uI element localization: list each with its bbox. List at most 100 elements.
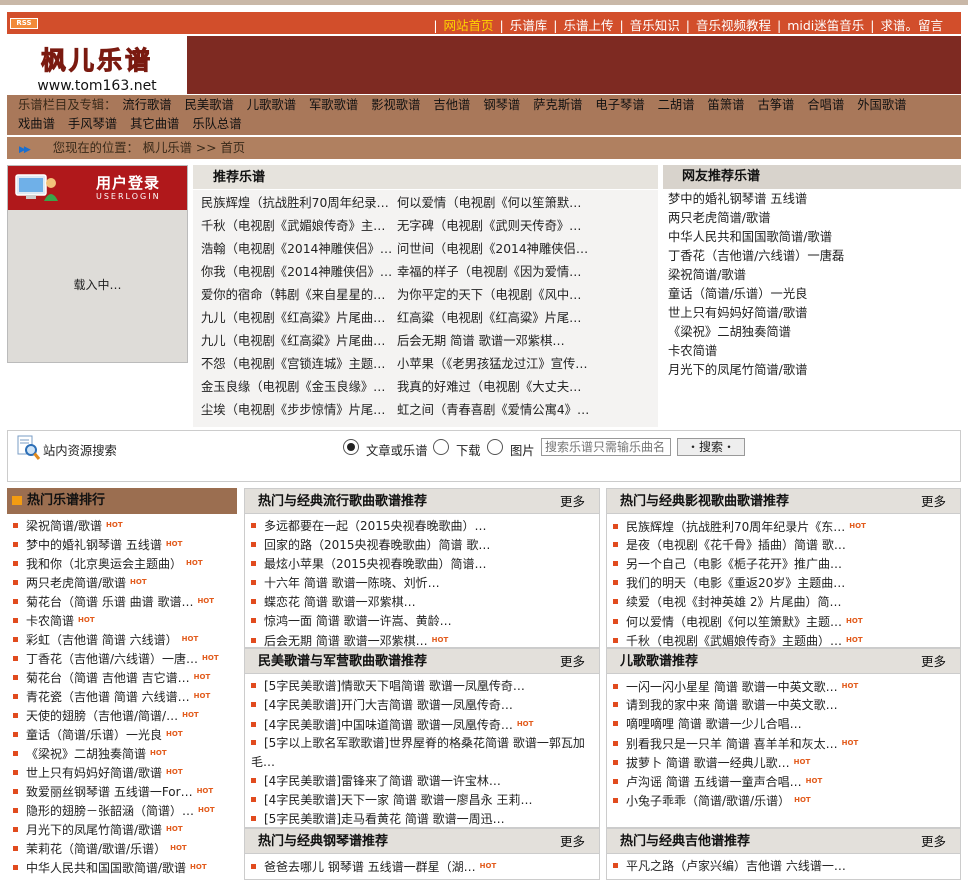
radio-download[interactable] <box>433 439 449 455</box>
panel-item-title[interactable]: 小兔子乖乖（简谱/歌谱/乐谱） <box>626 794 790 808</box>
nav-item[interactable]: 乐谱上传 <box>564 18 614 33</box>
user-recommend-link[interactable]: 月光下的凤尾竹简谱/歌谱 <box>668 361 807 380</box>
recommend-link[interactable]: 何以爱情（电视剧《何以笙箫默》… <box>397 192 593 215</box>
panel-list-item[interactable]: [4字民美歌谱]中国味道简谱 歌谱一凤凰传奇… HOT <box>251 715 533 734</box>
hot-list-item[interactable]: 丁香花（吉他谱/六线谱）一唐… HOT <box>13 649 219 668</box>
nav-item[interactable]: midi迷笛音乐 <box>787 18 864 33</box>
panel-list-item[interactable]: 别看我只是一只羊 简谱 喜羊羊和灰太… HOT <box>613 734 858 753</box>
panel-item-title[interactable]: 嘀哩嘀哩 简谱 歌谱一少儿合唱… <box>626 717 802 731</box>
panel-list-item[interactable]: 平凡之路（卢家兴编）吉他谱 六线谱一… <box>613 857 846 876</box>
recommend-link[interactable]: 九儿（电视剧《红高粱》片尾曲）… <box>201 330 393 353</box>
panel-list-item[interactable]: 嘀哩嘀哩 简谱 歌谱一少儿合唱… <box>613 715 802 734</box>
hot-item-title[interactable]: 天使的翅膀（吉他谱/简谱/… <box>26 709 178 723</box>
category-link[interactable]: 合唱谱 <box>807 98 844 112</box>
radio-image[interactable] <box>487 439 503 455</box>
panel-list-item[interactable]: [5字民美歌谱]情歌天下唱简谱 歌谱一凤凰传奇… <box>251 677 525 696</box>
recommend-link[interactable]: 为你平定的天下（电视剧《风中奇… <box>397 284 593 307</box>
panel-list-item[interactable]: [4字民美歌谱]雷锋来了简谱 歌谱一许宝林… <box>251 772 501 791</box>
hot-item-title[interactable]: 两只老虎简谱/歌谱 <box>26 576 126 590</box>
hot-item-title[interactable]: 梁祝简谱/歌谱 <box>26 519 102 533</box>
panel-list-item[interactable]: 多远都要在一起（2015央视春晚歌曲）… <box>251 517 487 536</box>
category-link[interactable]: 军歌歌谱 <box>309 98 358 112</box>
hot-item-title[interactable]: 菊花台（简谱 乐谱 曲谱 歌谱… <box>26 595 193 609</box>
radio-article[interactable] <box>343 439 359 455</box>
panel-list-item[interactable]: [5字以上歌名军歌歌谱]世界屋脊的格桑花简谱 歌谱一郭瓦加毛… <box>251 734 591 772</box>
hot-list-item[interactable]: 世上只有妈妈好简谱/歌谱 HOT <box>13 763 183 782</box>
hot-item-title[interactable]: 致爱丽丝钢琴谱 五线谱一For… <box>26 785 193 799</box>
panel-item-title[interactable]: 后会无期 简谱 歌谱一邓紫棋… <box>264 634 428 648</box>
hot-list-item[interactable]: 菊花台（简谱 吉他谱 吉它谱… HOT <box>13 668 210 687</box>
hot-item-title[interactable]: 《梁祝》二胡独奏简谱 <box>26 747 146 761</box>
category-link[interactable]: 其它曲谱 <box>130 117 179 131</box>
panel-item-title[interactable]: 爸爸去哪儿 钢琴谱 五线谱一群星（湖… <box>264 860 476 874</box>
breadcrumb-site[interactable]: 枫儿乐谱 <box>143 141 192 155</box>
panel-item-title[interactable]: 惊鸿一面 简谱 歌谱一许嵩、黄龄… <box>264 614 452 628</box>
panel-item-title[interactable]: 千秋（电视剧《武媚娘传奇》主题曲）… <box>626 634 842 648</box>
recommend-link[interactable]: 金玉良缘（电视剧《金玉良缘》主… <box>201 376 393 399</box>
panel-item-title[interactable]: [4字民美歌谱]开门大吉简谱 歌谱一凤凰传奇… <box>264 698 513 712</box>
user-recommend-link[interactable]: 《梁祝》二胡独奏简谱 <box>668 323 791 342</box>
panel-list-item[interactable]: 爸爸去哪儿 钢琴谱 五线谱一群星（湖… HOT <box>251 857 496 876</box>
more-link[interactable]: 更多 <box>560 829 585 854</box>
panel-list-item[interactable]: [4字民美歌谱]开门大吉简谱 歌谱一凤凰传奇… <box>251 696 513 715</box>
hot-item-title[interactable]: 月光下的凤尾竹简谱/歌谱 <box>26 823 162 837</box>
user-recommend-link[interactable]: 世上只有妈妈好简谱/歌谱 <box>668 304 807 323</box>
panel-item-title[interactable]: 续爱（电视《封神英雄 2》片尾曲）简… <box>626 595 841 609</box>
nav-item[interactable]: 音乐视频教程 <box>696 18 771 33</box>
recommend-link[interactable]: 虹之间（青春喜剧《爱情公寓4》插… <box>397 399 593 422</box>
more-link[interactable]: 更多 <box>560 649 585 674</box>
panel-item-title[interactable]: 多远都要在一起（2015央视春晚歌曲）… <box>264 519 487 533</box>
recommend-link[interactable]: 你我（电视剧《2014神雕侠侣》片… <box>201 261 393 284</box>
user-recommend-link[interactable]: 丁香花（吉他谱/六线谱）一唐磊 <box>668 247 844 266</box>
hot-list-item[interactable]: 隐形的翅膀－张韶涵（简谱）… HOT <box>13 801 215 820</box>
hot-item-title[interactable]: 卡农简谱 <box>26 614 74 628</box>
panel-item-title[interactable]: 平凡之路（卢家兴编）吉他谱 六线谱一… <box>626 859 846 873</box>
nav-item[interactable]: 音乐知识 <box>630 18 680 33</box>
hot-list-item[interactable]: 月光下的凤尾竹简谱/歌谱 HOT <box>13 820 183 839</box>
hot-item-title[interactable]: 童话（简谱/乐谱）一光良 <box>26 728 162 742</box>
category-link[interactable]: 手风琴谱 <box>68 117 117 131</box>
hot-item-title[interactable]: 中华人民共和国国歌简谱/歌谱 <box>26 861 186 875</box>
recommend-link[interactable]: 民族辉煌（抗战胜利70周年纪录片… <box>201 192 393 215</box>
category-link[interactable]: 戏曲谱 <box>18 117 55 131</box>
panel-list-item[interactable]: 另一个自己（电影《栀子花开》推广曲… <box>613 555 842 574</box>
panel-item-title[interactable]: 何以爱情（电视剧《何以笙箫默》主题… <box>626 615 842 629</box>
panel-list-item[interactable]: 请到我的家中来 简谱 歌谱一中英文歌… <box>613 696 838 715</box>
panel-list-item[interactable]: 卢沟谣 简谱 五线谱一童声合唱… HOT <box>613 772 822 791</box>
recommend-link[interactable]: 尘埃（电视剧《步步惊情》片尾曲… <box>201 399 393 422</box>
panel-item-title[interactable]: [4字民美歌谱]天下一家 简谱 歌谱一廖昌永 王莉… <box>264 793 532 807</box>
panel-item-title[interactable]: 最炫小苹果（2015央视春晚歌曲）简谱… <box>264 557 487 571</box>
category-link[interactable]: 笛箫谱 <box>708 98 745 112</box>
more-link[interactable]: 更多 <box>921 829 946 854</box>
panel-item-title[interactable]: [5字民美歌谱]走马看黄花 简谱 歌谱一周迅… <box>264 812 505 826</box>
panel-item-title[interactable]: [5字以上歌名军歌歌谱]世界屋脊的格桑花简谱 歌谱一郭瓦加毛… <box>251 736 585 769</box>
panel-list-item[interactable]: 回家的路（2015央视春晚歌曲）简谱 歌… <box>251 536 490 555</box>
panel-item-title[interactable]: 一闪一闪小星星 简谱 歌谱一中英文歌… <box>626 680 838 694</box>
panel-item-title[interactable]: 别看我只是一只羊 简谱 喜羊羊和灰太… <box>626 737 838 751</box>
nav-item[interactable]: 乐谱库 <box>510 18 548 33</box>
recommend-link[interactable]: 后会无期 简谱 歌谱一邓紫棋… <box>397 330 593 353</box>
category-link[interactable]: 古筝谱 <box>757 98 794 112</box>
category-link[interactable]: 乐队总谱 <box>192 117 241 131</box>
category-link[interactable]: 民美歌谱 <box>185 98 234 112</box>
category-link[interactable]: 吉他谱 <box>433 98 470 112</box>
hot-list-item[interactable]: 卡农简谱 HOT <box>13 611 95 630</box>
hot-list-item[interactable]: 彩虹（吉他谱 简谱 六线谱） HOT <box>13 630 198 649</box>
panel-item-title[interactable]: 另一个自己（电影《栀子花开》推广曲… <box>626 557 842 571</box>
user-recommend-link[interactable]: 童话（简谱/乐谱）一光良 <box>668 285 807 304</box>
panel-list-item[interactable]: 小兔子乖乖（简谱/歌谱/乐谱） HOT <box>613 791 811 810</box>
recommend-link[interactable]: 浩翰（电视剧《2014神雕侠侣》主… <box>201 238 393 261</box>
hot-list-item[interactable]: 两只老虎简谱/歌谱 HOT <box>13 573 147 592</box>
panel-item-title[interactable]: 拔萝卜 简谱 歌谱一经典儿歌… <box>626 756 790 770</box>
recommend-link[interactable]: 红高粱（电视剧《红高粱》片尾曲… <box>397 307 593 330</box>
panel-list-item[interactable]: 惊鸿一面 简谱 歌谱一许嵩、黄龄… <box>251 612 452 631</box>
hot-list-item[interactable]: 致爱丽丝钢琴谱 五线谱一For… HOT <box>13 782 213 801</box>
recommend-link[interactable]: 千秋（电视剧《武媚娘传奇》主题… <box>201 215 393 238</box>
hot-item-title[interactable]: 菊花台（简谱 吉他谱 吉它谱… <box>26 671 190 685</box>
panel-item-title[interactable]: 卢沟谣 简谱 五线谱一童声合唱… <box>626 775 802 789</box>
panel-item-title[interactable]: [5字民美歌谱]情歌天下唱简谱 歌谱一凤凰传奇… <box>264 679 525 693</box>
panel-list-item[interactable]: 是夜（电视剧《花千骨》插曲）简谱 歌… <box>613 536 846 555</box>
panel-item-title[interactable]: 我们的明天（电影《重返20岁》主题曲… <box>626 576 845 590</box>
hot-list-item[interactable]: 梁祝简谱/歌谱 HOT <box>13 516 123 535</box>
more-link[interactable]: 更多 <box>921 489 946 514</box>
